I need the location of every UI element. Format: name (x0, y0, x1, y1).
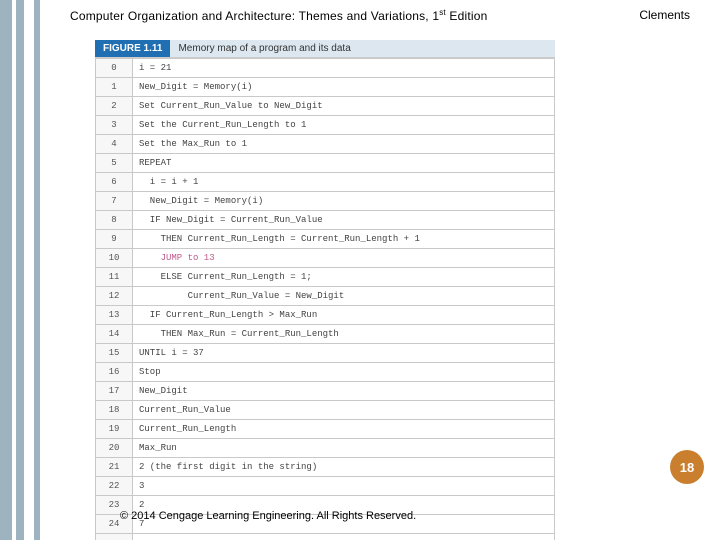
address-cell: 17 (96, 382, 133, 401)
address-cell: 21 (96, 458, 133, 477)
decorative-bars (0, 0, 40, 540)
address-cell: 19 (96, 420, 133, 439)
table-row: 18Current_Run_Value (96, 401, 555, 420)
copyright-text: © 2014 Cengage Learning Engineering. All… (120, 510, 416, 522)
table-row: 8 IF New_Digit = Current_Run_Value (96, 211, 555, 230)
slide-header: Computer Organization and Architecture: … (70, 8, 690, 23)
figure-label: FIGURE 1.11 (95, 40, 170, 57)
title-post: Edition (446, 9, 488, 23)
address-cell: 2 (96, 97, 133, 116)
table-row: 0i = 21 (96, 59, 555, 78)
address-cell: 20 (96, 439, 133, 458)
table-row: 9 THEN Current_Run_Length = Current_Run_… (96, 230, 555, 249)
table-row: 5REPEAT (96, 154, 555, 173)
content-cell: JUMP to 13 (133, 249, 555, 268)
content-cell: UNTIL i = 37 (133, 344, 555, 363)
slide: Computer Organization and Architecture: … (0, 0, 720, 540)
table-row: …… (96, 534, 555, 540)
address-cell: 9 (96, 230, 133, 249)
address-cell: 18 (96, 401, 133, 420)
content-cell: New_Digit = Memory(i) (133, 192, 555, 211)
address-cell: 8 (96, 211, 133, 230)
author-name: Clements (639, 8, 690, 23)
table-row: 212 (the first digit in the string) (96, 458, 555, 477)
table-row: 12 Current_Run_Value = New_Digit (96, 287, 555, 306)
content-cell: 3 (133, 477, 555, 496)
address-cell: 16 (96, 363, 133, 382)
address-cell: 6 (96, 173, 133, 192)
title-sup: st (439, 8, 446, 17)
table-row: 223 (96, 477, 555, 496)
table-row: 14 THEN Max_Run = Current_Run_Length (96, 325, 555, 344)
table-row: 13 IF Current_Run_Length > Max_Run (96, 306, 555, 325)
content-cell: Current_Run_Value (133, 401, 555, 420)
content-cell: Current_Run_Length (133, 420, 555, 439)
table-row: 11 ELSE Current_Run_Length = 1; (96, 268, 555, 287)
address-cell: 0 (96, 59, 133, 78)
content-cell: THEN Current_Run_Length = Current_Run_Le… (133, 230, 555, 249)
table-row: 20Max_Run (96, 439, 555, 458)
table-row: 6 i = i + 1 (96, 173, 555, 192)
content-cell: New_Digit (133, 382, 555, 401)
address-cell: 13 (96, 306, 133, 325)
address-cell: 10 (96, 249, 133, 268)
content-cell: … (133, 534, 555, 540)
content-cell: REPEAT (133, 154, 555, 173)
table-row: 19Current_Run_Length (96, 420, 555, 439)
title-pre: Computer Organization and Architecture: … (70, 9, 439, 23)
address-cell: 11 (96, 268, 133, 287)
table-row: 3Set the Current_Run_Length to 1 (96, 116, 555, 135)
content-cell: i = 21 (133, 59, 555, 78)
table-row: 16Stop (96, 363, 555, 382)
address-cell: 12 (96, 287, 133, 306)
content-cell: i = i + 1 (133, 173, 555, 192)
content-cell: Max_Run (133, 439, 555, 458)
content-cell: 2 (the first digit in the string) (133, 458, 555, 477)
content-cell: IF Current_Run_Length > Max_Run (133, 306, 555, 325)
content-cell: Set the Current_Run_Length to 1 (133, 116, 555, 135)
address-cell: 1 (96, 78, 133, 97)
address-cell: 5 (96, 154, 133, 173)
content-cell: Current_Run_Value = New_Digit (133, 287, 555, 306)
address-cell: 14 (96, 325, 133, 344)
page-number-badge: 18 (670, 450, 704, 484)
content-cell: IF New_Digit = Current_Run_Value (133, 211, 555, 230)
content-cell: New_Digit = Memory(i) (133, 78, 555, 97)
figure-caption-bar: FIGURE 1.11 Memory map of a program and … (95, 40, 555, 58)
table-row: 2Set Current_Run_Value to New_Digit (96, 97, 555, 116)
address-cell: … (96, 534, 133, 540)
address-cell: 15 (96, 344, 133, 363)
book-title: Computer Organization and Architecture: … (70, 8, 487, 23)
content-cell: ELSE Current_Run_Length = 1; (133, 268, 555, 287)
address-cell: 4 (96, 135, 133, 154)
table-row: 17New_Digit (96, 382, 555, 401)
content-cell: Set the Max_Run to 1 (133, 135, 555, 154)
memory-map-table: 0i = 211New_Digit = Memory(i)2Set Curren… (95, 58, 555, 540)
figure-title: Memory map of a program and its data (170, 40, 555, 57)
table-row: 10 JUMP to 13 (96, 249, 555, 268)
address-cell: 3 (96, 116, 133, 135)
address-cell: 22 (96, 477, 133, 496)
figure-container: FIGURE 1.11 Memory map of a program and … (95, 40, 555, 540)
table-row: 4Set the Max_Run to 1 (96, 135, 555, 154)
content-cell: Stop (133, 363, 555, 382)
table-row: 7 New_Digit = Memory(i) (96, 192, 555, 211)
content-cell: THEN Max_Run = Current_Run_Length (133, 325, 555, 344)
content-cell: Set Current_Run_Value to New_Digit (133, 97, 555, 116)
table-row: 1New_Digit = Memory(i) (96, 78, 555, 97)
table-row: 15UNTIL i = 37 (96, 344, 555, 363)
address-cell: 7 (96, 192, 133, 211)
